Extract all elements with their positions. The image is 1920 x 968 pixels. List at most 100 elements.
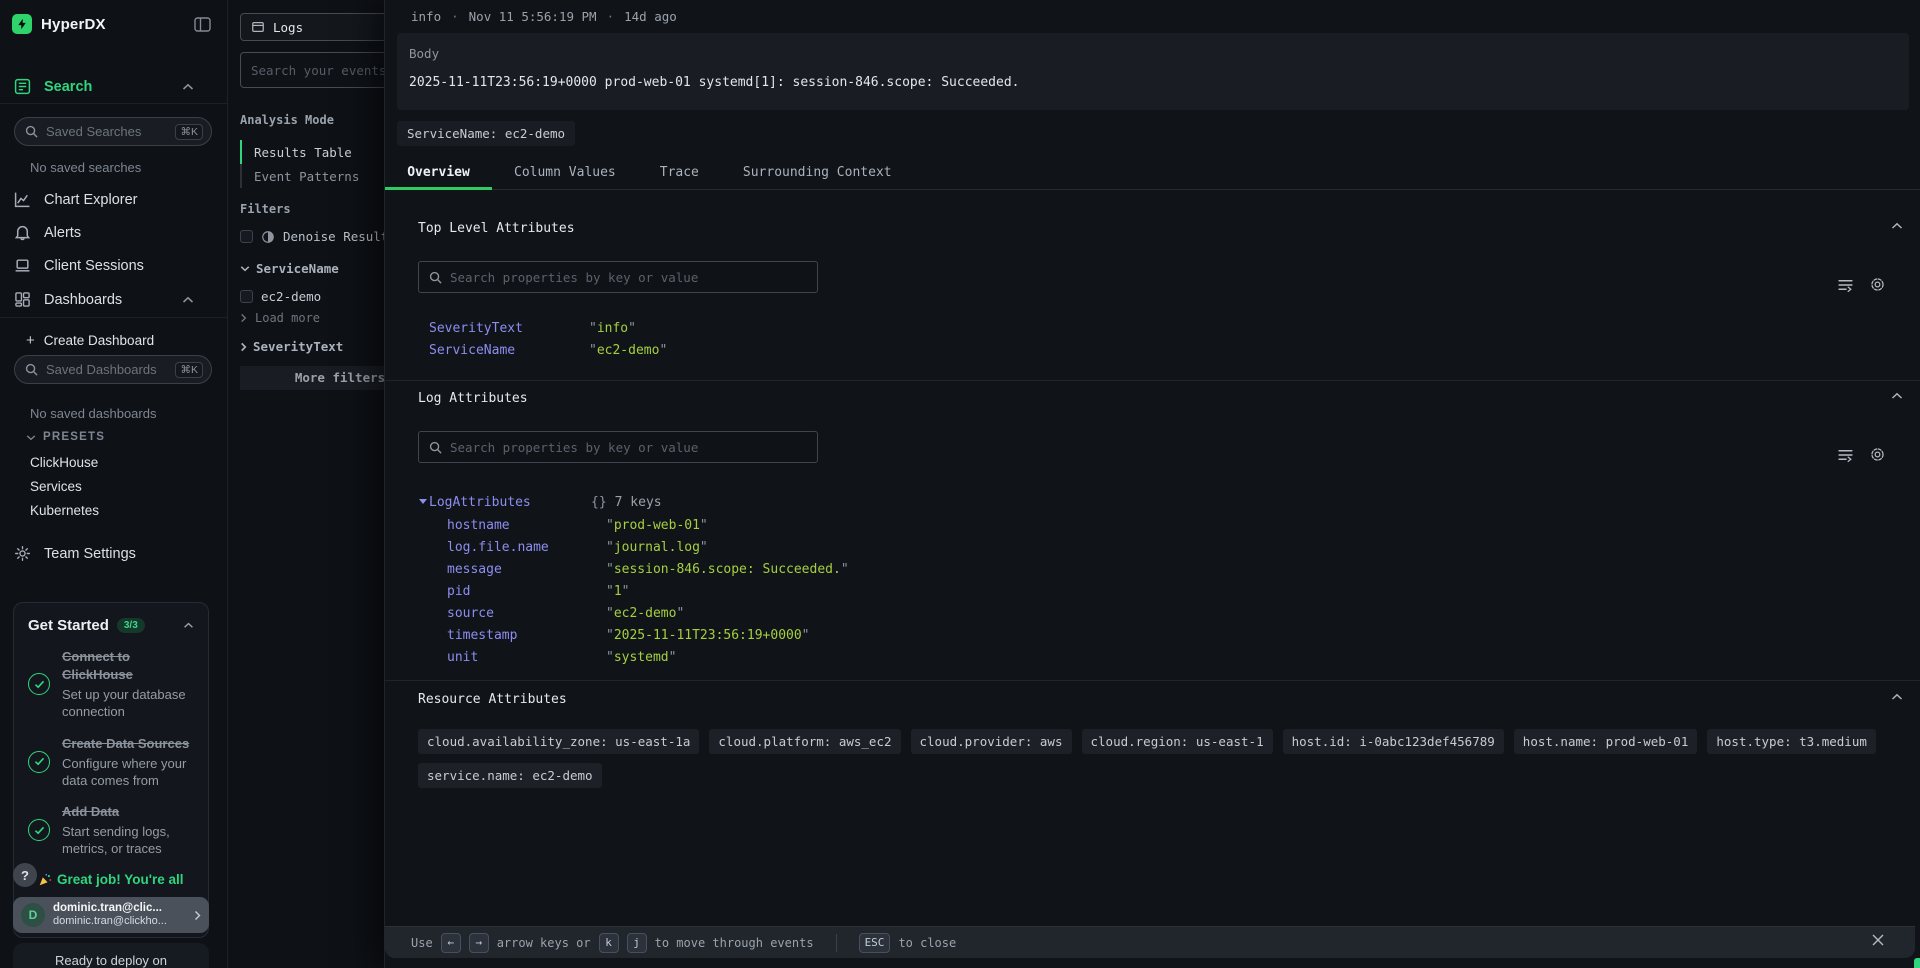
sidebar-item-client-sessions[interactable]: Client Sessions: [14, 257, 214, 274]
property-search-input[interactable]: Search properties by key or value: [418, 261, 818, 293]
resource-pill[interactable]: service.name: ec2-demo: [418, 763, 602, 788]
expand-triangle-icon[interactable]: [419, 499, 427, 504]
attribute-key[interactable]: LogAttributes: [429, 495, 531, 510]
attribute-value[interactable]: info: [589, 321, 636, 336]
attribute-key[interactable]: hostname: [447, 518, 510, 533]
event-header: info · Nov 11 5:56:19 PM · 14d ago: [411, 9, 677, 24]
source-selector-button[interactable]: Logs: [240, 13, 384, 41]
mode-results-table[interactable]: Results Table: [254, 145, 352, 160]
k-key: k: [599, 933, 619, 953]
attribute-value[interactable]: ec2-demo: [589, 343, 667, 358]
help-button[interactable]: ?: [13, 863, 37, 887]
collapse-sidebar-icon[interactable]: [194, 17, 211, 32]
gear-icon[interactable]: [1869, 276, 1886, 293]
chevron-up-icon[interactable]: [1891, 392, 1903, 400]
attribute-value[interactable]: session-846.scope: Succeeded.: [606, 562, 849, 577]
avatar: D: [21, 903, 45, 927]
user-menu[interactable]: D dominic.tran@clic... dominic.tran@clic…: [13, 897, 209, 933]
wrap-lines-icon[interactable]: [1837, 446, 1854, 463]
preset-services[interactable]: Services: [30, 479, 82, 494]
attribute-key[interactable]: ServiceName: [429, 343, 515, 358]
sidebar-item-chart-explorer[interactable]: Chart Explorer: [14, 191, 214, 208]
resource-pill[interactable]: host.name: prod-web-01: [1514, 729, 1698, 754]
tab-trace[interactable]: Trace: [638, 155, 721, 189]
attribute-key[interactable]: message: [447, 562, 502, 577]
attribute-key[interactable]: pid: [447, 584, 470, 599]
tab-column-values[interactable]: Column Values: [492, 155, 638, 189]
filter-group-severitytext[interactable]: SeverityText: [240, 339, 343, 354]
attribute-row[interactable]: message session-846.scope: Succeeded.: [385, 562, 1920, 580]
sidebar-item-search[interactable]: Search: [14, 78, 214, 95]
attribute-value[interactable]: prod-web-01: [606, 518, 708, 533]
saved-dashboards-input[interactable]: Saved Dashboards ⌘K: [14, 355, 212, 384]
attribute-key[interactable]: timestamp: [447, 628, 517, 643]
attribute-value[interactable]: systemd: [606, 650, 676, 665]
source-label: Logs: [273, 20, 303, 35]
resource-pill[interactable]: cloud.availability_zone: us-east-1a: [418, 729, 699, 754]
attribute-row[interactable]: source ec2-demo: [385, 606, 1920, 624]
sidebar-item-alerts[interactable]: Alerts: [14, 224, 214, 241]
attribute-row[interactable]: ServiceName ec2-demo: [385, 343, 1920, 361]
property-search-input[interactable]: Search properties by key or value: [418, 431, 818, 463]
tab-surrounding-context[interactable]: Surrounding Context: [721, 155, 914, 189]
resource-pill[interactable]: host.id: i-0abc123def456789: [1283, 729, 1504, 754]
attribute-key[interactable]: SeverityText: [429, 321, 523, 336]
attribute-value[interactable]: ec2-demo: [606, 606, 684, 621]
wrap-lines-icon[interactable]: [1837, 276, 1854, 293]
get-started-step[interactable]: Connect to ClickHouse Set up your databa…: [28, 648, 194, 721]
mode-event-patterns[interactable]: Event Patterns: [254, 169, 359, 184]
saved-searches-input[interactable]: Saved Searches ⌘K: [14, 117, 212, 146]
chevron-up-icon[interactable]: [182, 83, 194, 91]
resource-pill[interactable]: host.type: t3.medium: [1707, 729, 1876, 754]
resource-pill[interactable]: cloud.platform: aws_ec2: [709, 729, 900, 754]
denoise-checkbox[interactable]: [240, 230, 253, 243]
attribute-key[interactable]: unit: [447, 650, 478, 665]
gear-icon[interactable]: [1869, 446, 1886, 463]
chevron-up-icon[interactable]: [1891, 693, 1903, 701]
filter-checkbox[interactable]: [240, 290, 253, 303]
dashboard-grid-icon: [14, 291, 31, 308]
tab-overview[interactable]: Overview: [385, 155, 492, 189]
denoise-results-row[interactable]: Denoise Results: [240, 229, 384, 244]
close-icon[interactable]: [1871, 933, 1885, 947]
body-panel[interactable]: Body 2025-11-11T23:56:19+0000 prod-web-0…: [397, 33, 1909, 110]
attribute-value[interactable]: 2025-11-11T23:56:19+0000: [606, 628, 810, 643]
chevron-up-icon[interactable]: [182, 296, 194, 304]
sidebar-item-team-settings[interactable]: Team Settings: [14, 545, 214, 562]
get-started-step[interactable]: Add Data Start sending logs, metrics, or…: [28, 803, 194, 858]
sidebar-item-dashboards[interactable]: Dashboards: [14, 291, 214, 308]
get-started-step[interactable]: Create Data Sources Configure where your…: [28, 735, 194, 790]
resource-pill[interactable]: cloud.provider: aws: [911, 729, 1072, 754]
attribute-row[interactable]: log.file.name journal.log: [385, 540, 1920, 558]
attribute-row[interactable]: timestamp 2025-11-11T23:56:19+0000: [385, 628, 1920, 646]
resource-pill[interactable]: cloud.region: us-east-1: [1082, 729, 1273, 754]
attribute-key[interactable]: log.file.name: [447, 540, 549, 555]
attribute-row[interactable]: pid 1: [385, 584, 1920, 602]
attribute-row[interactable]: unit systemd: [385, 650, 1920, 668]
create-dashboard-button[interactable]: + Create Dashboard: [26, 333, 154, 348]
attribute-tree-root[interactable]: LogAttributes {}7 keys: [385, 495, 1920, 513]
logs-source-icon: [251, 20, 265, 34]
preset-kubernetes[interactable]: Kubernetes: [30, 503, 99, 518]
attribute-value[interactable]: journal.log: [606, 540, 708, 555]
property-search-placeholder: Search properties by key or value: [450, 440, 698, 455]
attribute-key[interactable]: source: [447, 606, 494, 621]
attribute-row[interactable]: SeverityText info: [385, 321, 1920, 339]
filter-option-ec2-demo[interactable]: ec2-demo: [240, 289, 321, 304]
chevron-up-icon[interactable]: [1891, 222, 1903, 230]
servicename-tag[interactable]: ServiceName: ec2-demo: [397, 121, 575, 146]
section-actions: [1837, 276, 1886, 293]
filter-group-servicename[interactable]: ServiceName: [240, 261, 339, 276]
deploy-banner[interactable]: Ready to deploy on: [13, 943, 209, 968]
event-search-input[interactable]: Search your events: [240, 52, 384, 88]
event-relative-time: 14d ago: [624, 9, 677, 24]
load-more-button[interactable]: Load more: [240, 311, 320, 325]
attribute-value[interactable]: 1: [606, 584, 629, 599]
attribute-row[interactable]: hostname prod-web-01: [385, 518, 1920, 536]
presets-toggle[interactable]: PRESETS: [26, 431, 105, 443]
section-title-resource-attributes: Resource Attributes: [418, 692, 567, 707]
more-filters-button[interactable]: More filters: [240, 366, 384, 390]
resource-pills: cloud.availability_zone: us-east-1a clou…: [418, 729, 1898, 788]
preset-clickhouse[interactable]: ClickHouse: [30, 455, 98, 470]
chevron-up-icon[interactable]: [183, 622, 194, 629]
